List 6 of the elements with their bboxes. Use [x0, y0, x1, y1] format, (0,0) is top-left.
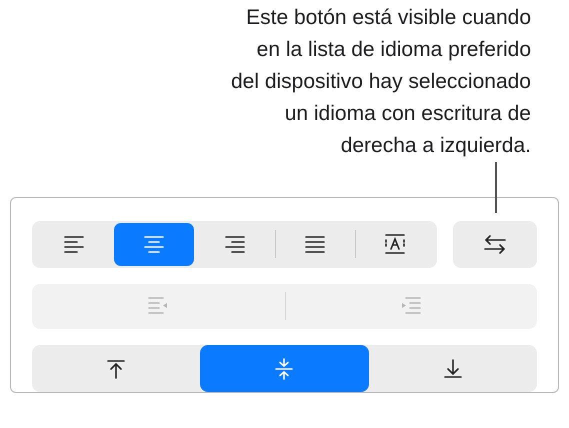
callout-text: Este botón está visible cuando en la lista de idioma preferido del dispositivo hay seleccionado un idioma con escritura de derecha a izquierda. — [230, 5, 531, 159]
text-fit-icon — [383, 232, 408, 256]
direction-arrows-icon — [483, 232, 507, 256]
leader-line — [495, 162, 496, 213]
vertical-align-button[interactable] — [200, 345, 369, 392]
direction-button[interactable] — [453, 221, 537, 268]
